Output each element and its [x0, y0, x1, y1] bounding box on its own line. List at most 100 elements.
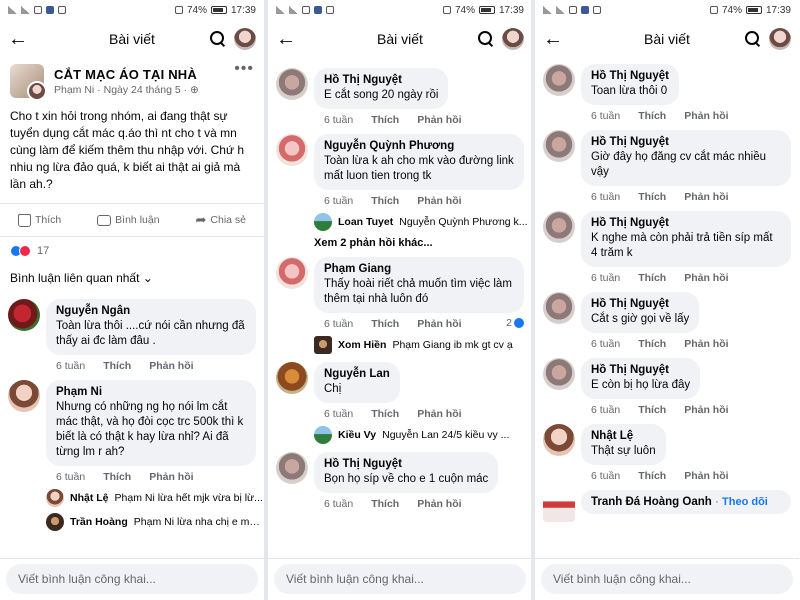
comment-reply-button[interactable]: Phản hồi — [417, 114, 461, 126]
reaction-summary[interactable]: 17 — [0, 237, 264, 265]
reply-preview[interactable]: Trần Hoàng Phạm Ni lừa nha chị e mớ... — [46, 513, 264, 531]
comment-like-button[interactable]: Thích — [371, 318, 399, 330]
avatar[interactable] — [276, 68, 308, 100]
comment-author[interactable]: Hồ Thị Nguyệt — [591, 298, 689, 310]
comment-reaction-count[interactable]: 2 — [506, 317, 524, 329]
comment-input[interactable]: Viết bình luận công khai... — [6, 564, 258, 594]
comment-reply-button[interactable]: Phản hồi — [149, 360, 193, 372]
comment-author[interactable]: Nguyễn Ngân — [56, 305, 246, 317]
comment-text: Giờ đây họ đăng cv cắt mác nhiều vậy — [591, 151, 767, 178]
profile-avatar[interactable] — [502, 28, 524, 50]
comment-like-button[interactable]: Thích — [638, 470, 666, 482]
comment-like-button[interactable]: Thích — [371, 498, 399, 510]
reply-preview[interactable]: Nhật Lệ Phạm Ni lừa hết mjk vừa bị lừ... — [46, 489, 264, 507]
avatar[interactable] — [543, 490, 575, 522]
comment-author[interactable]: Phạm Ni — [56, 386, 246, 398]
more-options-icon[interactable]: ••• — [234, 60, 254, 78]
reply-text: Phạm Ni lừa hết mjk vừa bị lừ... — [114, 492, 263, 504]
profile-avatar[interactable] — [234, 28, 256, 50]
comment-like-button[interactable]: Thích — [103, 360, 131, 372]
comment-reply-button[interactable]: Phản hồi — [684, 110, 728, 122]
reply-author: Kiều Vy — [338, 429, 377, 441]
comment-reply-button[interactable]: Phản hồi — [684, 470, 728, 482]
avatar[interactable] — [543, 358, 575, 390]
comment-author[interactable]: Tranh Đá Hoàng Oanh — [591, 496, 712, 508]
search-icon[interactable] — [745, 31, 761, 47]
comment-reply-button[interactable]: Phản hồi — [684, 191, 728, 203]
comment-author[interactable]: Hồ Thị Nguyệt — [591, 136, 781, 148]
comment-input[interactable]: Viết bình luận công khai... — [274, 564, 526, 594]
search-icon[interactable] — [210, 31, 226, 47]
post-date[interactable]: Ngày 24 tháng 5 — [104, 84, 181, 96]
reply-preview[interactable]: Loan Tuyet Nguyễn Quỳnh Phương k... — [314, 213, 532, 231]
comment-author[interactable]: Hồ Thị Nguyệt — [591, 70, 669, 82]
back-arrow-icon[interactable]: ← — [8, 28, 34, 51]
post-meta: Phạm Ni · Ngày 24 tháng 5 · ⊕ — [54, 83, 199, 96]
post-author[interactable]: Phạm Ni — [54, 84, 94, 96]
comment-like-button[interactable]: Thích — [371, 114, 399, 126]
comment-reply-button[interactable]: Phản hồi — [417, 498, 461, 510]
like-button[interactable]: Thích — [17, 213, 61, 227]
avatar[interactable] — [543, 130, 575, 162]
comment-reply-button[interactable]: Phản hồi — [417, 408, 461, 420]
comment-input[interactable]: Viết bình luận công khai... — [541, 564, 793, 594]
comment-like-button[interactable]: Thích — [103, 471, 131, 483]
comment-author[interactable]: Hồ Thị Nguyệt — [324, 458, 488, 470]
follow-button[interactable]: Theo dõi — [722, 496, 768, 508]
avatar[interactable] — [543, 424, 575, 456]
profile-avatar[interactable] — [769, 28, 791, 50]
comment-reply-button[interactable]: Phản hồi — [417, 318, 461, 330]
comment-like-button[interactable]: Thích — [638, 191, 666, 203]
comment-like-button[interactable]: Thích — [371, 195, 399, 207]
comment-author[interactable]: Hồ Thị Nguyệt — [324, 74, 438, 86]
avatar — [314, 213, 332, 231]
comment-like-button[interactable]: Thích — [638, 110, 666, 122]
reply-preview[interactable]: Xom Hiền Phạm Giang ib mk gt cv ạ — [314, 336, 532, 354]
comment-button[interactable]: Bình luận — [97, 214, 160, 226]
comment-text: Thấy hoài riết chả muốn tìm việc làm thê… — [324, 278, 512, 305]
comment-reply-button[interactable]: Phản hồi — [684, 272, 728, 284]
comment-author[interactable]: Nguyễn Lan — [324, 368, 390, 380]
comment-time: 6 tuần — [591, 338, 621, 350]
comment-reply-button[interactable]: Phản hồi — [149, 471, 193, 483]
top-bar: ← Bài viết — [535, 20, 799, 58]
avatar[interactable] — [543, 64, 575, 96]
avatar[interactable] — [276, 134, 308, 166]
avatar[interactable] — [543, 211, 575, 243]
comment-bubble: Nguyễn Ngân Toàn lừa thôi ....cứ nói cần… — [46, 299, 256, 355]
avatar[interactable] — [543, 292, 575, 324]
comment-reply-button[interactable]: Phản hồi — [417, 195, 461, 207]
avatar[interactable] — [8, 299, 40, 331]
reaction-icons — [10, 245, 31, 257]
avatar[interactable] — [276, 362, 308, 394]
comment-author[interactable]: Hồ Thị Nguyệt — [591, 217, 781, 229]
comment: Phạm Giang Thấy hoài riết chả muốn tìm v… — [268, 257, 532, 330]
avatar[interactable] — [276, 452, 308, 484]
page-name[interactable]: CẮT MẠC ÁO TẠI NHÀ — [54, 67, 199, 82]
reply-author: Nhật Lệ — [70, 492, 109, 504]
comment-like-button[interactable]: Thích — [371, 408, 399, 420]
comment-author[interactable]: Phạm Giang — [324, 263, 514, 275]
comment-like-button[interactable]: Thích — [638, 404, 666, 416]
comment-author[interactable]: Hồ Thị Nguyệt — [591, 364, 690, 376]
comment-text: Nhưng có những ng họ nói lm cắt mác thật… — [56, 401, 244, 458]
comment-reply-button[interactable]: Phản hồi — [684, 404, 728, 416]
avatar[interactable] — [276, 257, 308, 289]
comment-reply-button[interactable]: Phản hồi — [684, 338, 728, 350]
back-arrow-icon[interactable]: ← — [276, 28, 302, 51]
comment-like-button[interactable]: Thích — [638, 272, 666, 284]
comment-author[interactable]: Nhật Lệ — [591, 430, 656, 442]
search-icon[interactable] — [478, 31, 494, 47]
avatar[interactable] — [8, 380, 40, 412]
settings-icon — [593, 6, 601, 14]
page-avatar[interactable] — [10, 64, 47, 101]
reply-preview[interactable]: Kiều Vy Nguyễn Lan 24/5 kiều vy ... — [314, 426, 532, 444]
share-button[interactable]: ➦ Chia sẻ — [195, 212, 246, 228]
back-arrow-icon[interactable]: ← — [543, 28, 569, 51]
comment-author[interactable]: Nguyễn Quỳnh Phương — [324, 140, 514, 152]
battery-level: 74% — [454, 4, 475, 16]
view-more-replies-link[interactable]: Xem 2 phản hồi khác... — [314, 237, 532, 249]
comment-like-button[interactable]: Thích — [638, 338, 666, 350]
comment-sort-dropdown[interactable]: Bình luận liên quan nhất ⌄ — [0, 265, 264, 291]
comment-time: 6 tuần — [591, 470, 621, 482]
